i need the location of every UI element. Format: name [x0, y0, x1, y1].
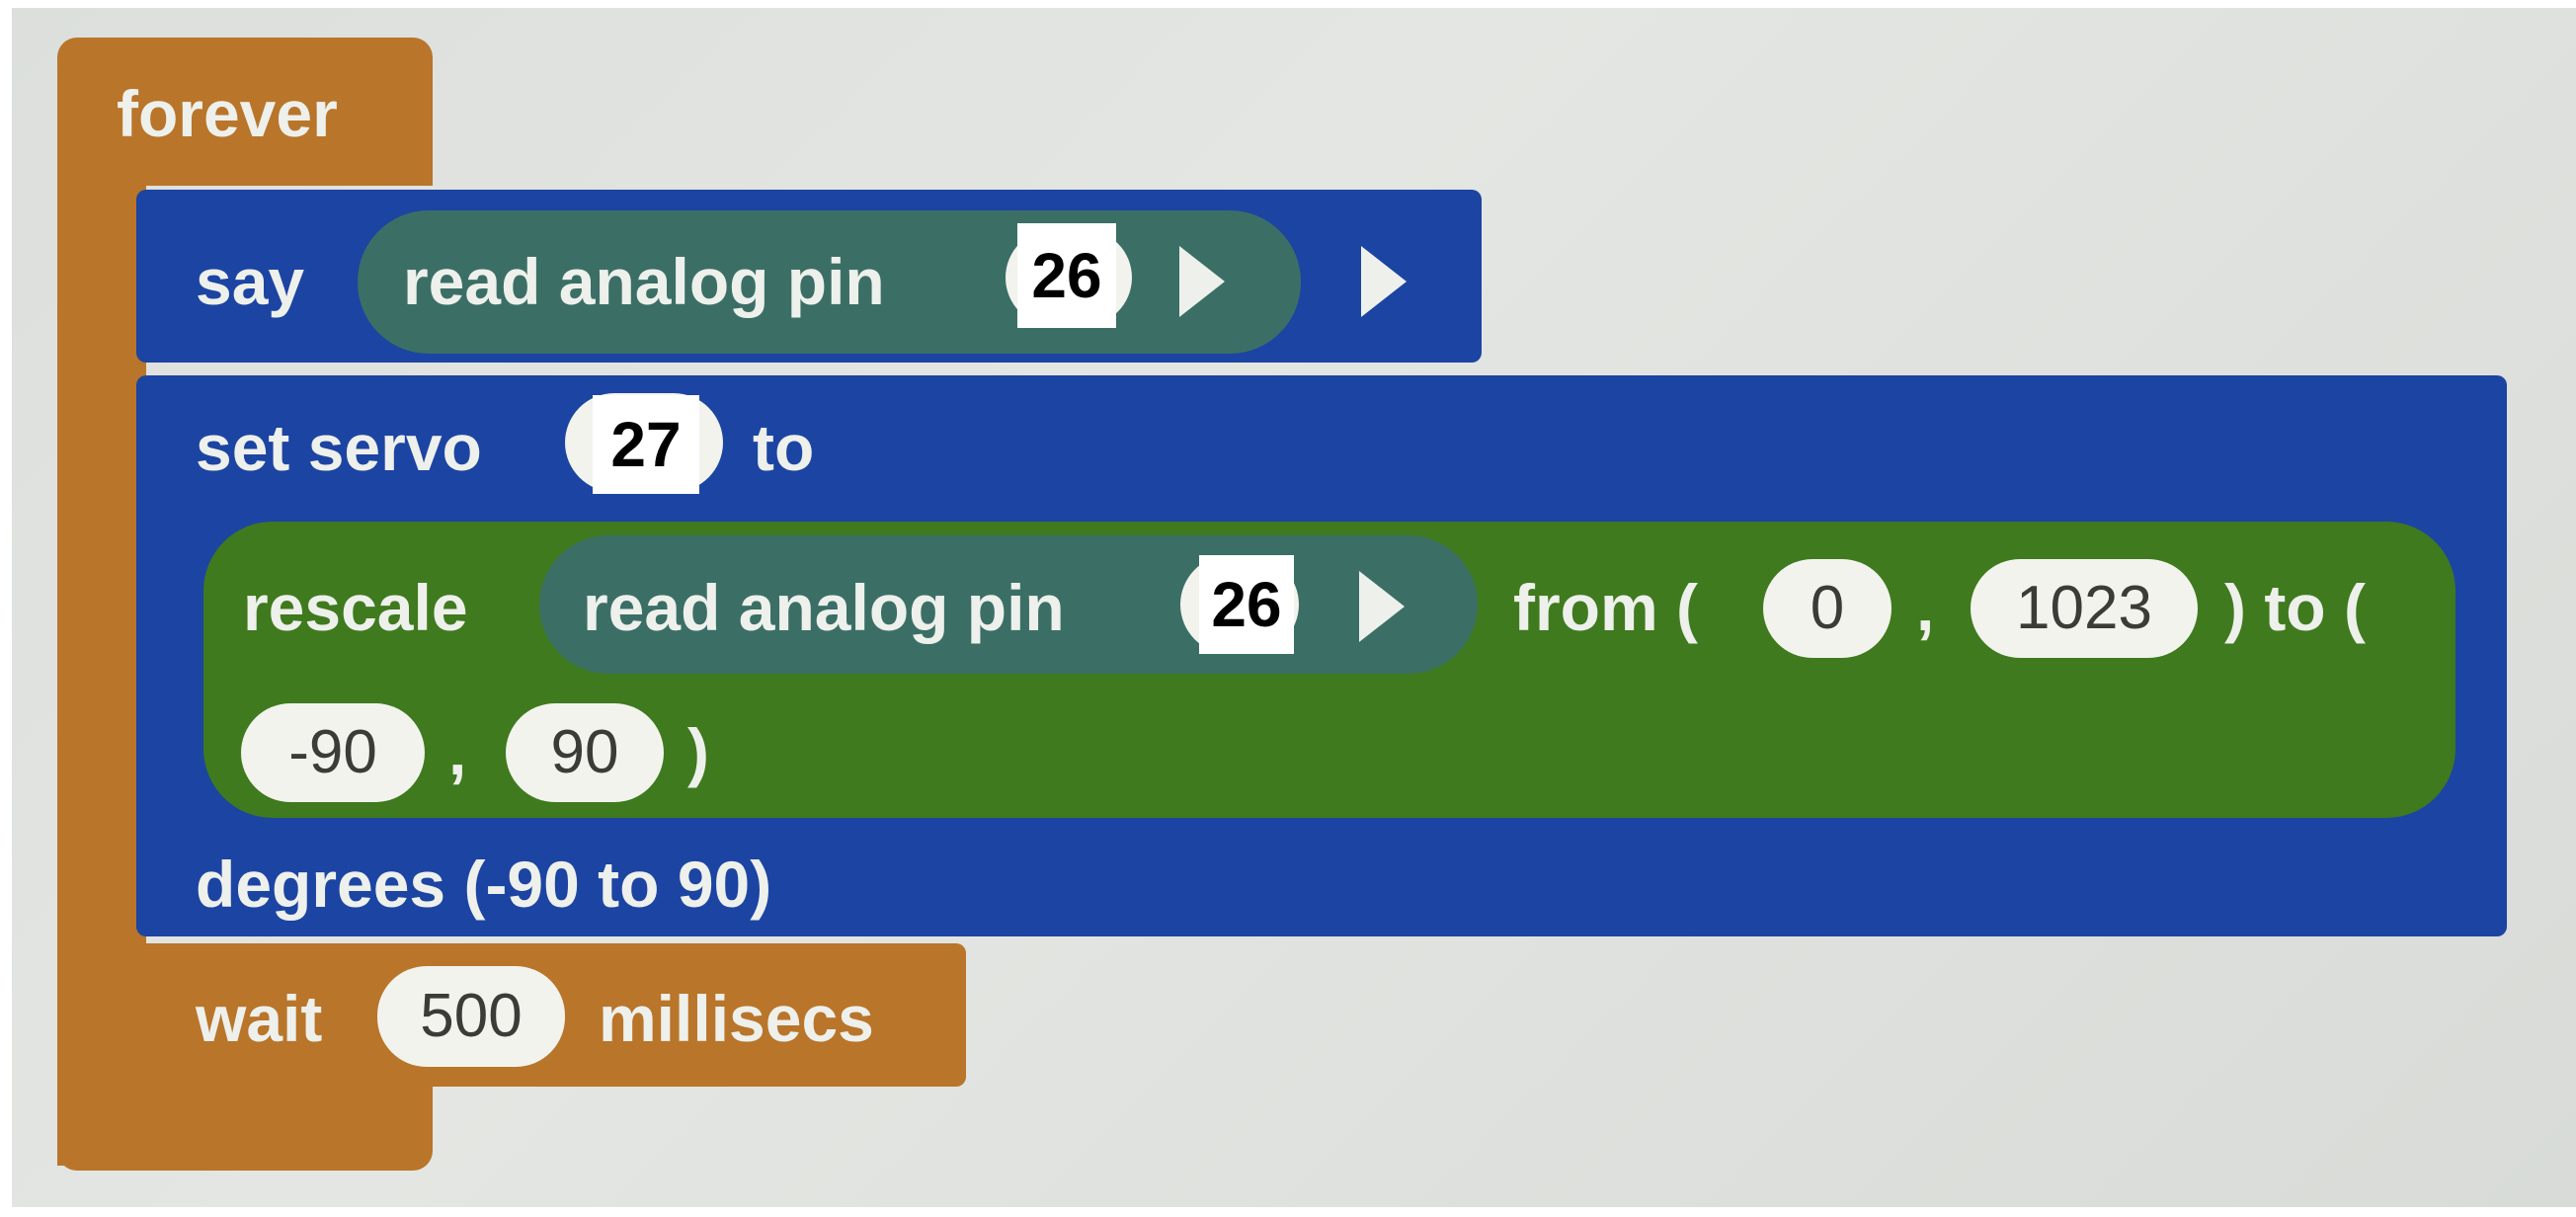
- say-pin-value: 26: [1017, 223, 1116, 328]
- millisecs-label: millisecs: [599, 982, 874, 1055]
- wait-ms-input[interactable]: 500: [377, 966, 565, 1067]
- forever-arm: [57, 148, 146, 1166]
- say-reporter-arrow-icon[interactable]: [1179, 246, 1225, 317]
- forever-label: forever: [117, 77, 338, 150]
- set-servo-label: set servo: [196, 411, 482, 484]
- say-reporter-label: read analog pin: [403, 245, 885, 318]
- frame-top: [0, 0, 2576, 8]
- to-label: ) to (: [2224, 571, 2366, 644]
- rescale-pin-value: 26: [1199, 555, 1294, 654]
- rescale-label: rescale: [243, 571, 468, 644]
- rescale-reporter-label: read analog pin: [583, 571, 1065, 644]
- wait-label: wait: [196, 982, 323, 1055]
- from-label: from (: [1513, 571, 1698, 644]
- comma-2: ,: [448, 715, 467, 788]
- say-label: say: [196, 245, 305, 318]
- comma-1: ,: [1916, 571, 1935, 644]
- forever-foot: [57, 1087, 433, 1171]
- from-min-input[interactable]: 0: [1763, 559, 1892, 658]
- close-paren: ): [687, 715, 709, 788]
- to-min-input[interactable]: -90: [241, 703, 425, 802]
- rescale-reporter-arrow-icon[interactable]: [1359, 571, 1405, 642]
- degrees-label: degrees (-90 to 90): [196, 848, 772, 921]
- say-arrow-icon[interactable]: [1361, 246, 1407, 317]
- from-max-input[interactable]: 1023: [1971, 559, 2198, 658]
- servo-to-label: to: [753, 411, 815, 484]
- frame-bottom: [0, 1207, 2576, 1217]
- servo-id-value: 27: [593, 395, 699, 494]
- to-max-input[interactable]: 90: [506, 703, 664, 802]
- frame-left: [0, 0, 12, 1217]
